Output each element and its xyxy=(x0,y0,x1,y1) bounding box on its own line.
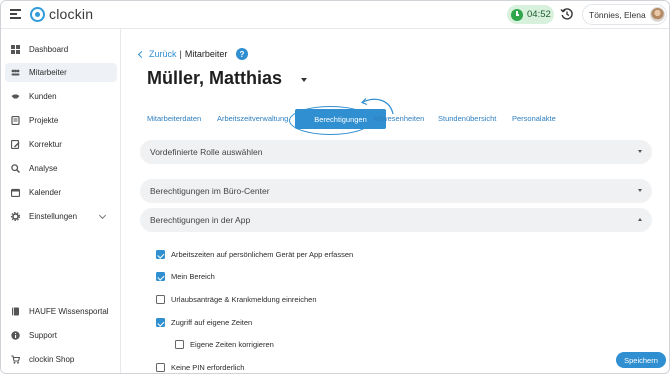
app-logo[interactable]: clockin xyxy=(30,6,93,22)
accordion-label: Berechtigungen in der App xyxy=(150,215,251,225)
time-tracking-timer[interactable]: 04:52 xyxy=(507,5,554,24)
permission-label: Keine PIN erforderlich xyxy=(171,363,245,372)
sidebar-item-kalender[interactable]: Kalender xyxy=(5,183,117,202)
caret-down-icon[interactable] xyxy=(301,78,307,82)
sidebar-item-mitarbeiter[interactable]: Mitarbeiter xyxy=(5,63,117,82)
app-name: clockin xyxy=(49,6,94,22)
timer-value: 04:52 xyxy=(527,9,551,20)
sidebar-item-label: Kalender xyxy=(29,188,62,197)
sidebar: Dashboard Mitarbeiter Kunden Projekte Ko… xyxy=(1,29,121,373)
tab-personalakte[interactable]: Personalakte xyxy=(512,114,556,123)
save-button[interactable]: Speichern xyxy=(616,352,666,368)
caret-down-icon xyxy=(638,189,642,192)
permission-label: Mein Bereich xyxy=(171,272,215,281)
checkbox[interactable] xyxy=(175,340,184,349)
permission-row[interactable]: Arbeitszeiten auf persönlichem Gerät per… xyxy=(156,250,353,259)
dashboard-icon xyxy=(11,45,20,54)
edit-icon xyxy=(11,140,20,149)
handshake-icon xyxy=(11,94,20,99)
sidebar-item-label: Einstellungen xyxy=(29,212,78,221)
sidebar-item-label: Analyse xyxy=(29,164,58,173)
breadcrumb-separator: | xyxy=(179,49,182,59)
sidebar-item-label: Dashboard xyxy=(29,45,69,54)
permission-label: Urlaubsanträge & Krankmeldung einreichen xyxy=(171,295,317,304)
sidebar-item-projekte[interactable]: Projekte xyxy=(5,111,117,130)
chevron-down-icon xyxy=(98,211,107,220)
book-icon xyxy=(12,307,19,316)
clockin-logo-icon xyxy=(30,6,45,22)
sidebar-item-label: Support xyxy=(29,331,58,340)
app-window: clockin 04:52 Tönnies, Elena Dashboard M… xyxy=(0,0,670,374)
back-link[interactable]: Zurück xyxy=(149,49,177,59)
tab-mitarbeiterdaten[interactable]: Mitarbeiterdaten xyxy=(147,114,201,123)
permission-row[interactable]: Mein Bereich xyxy=(156,272,215,281)
help-icon[interactable]: ? xyxy=(236,48,248,60)
sidebar-item-einstellungen[interactable]: Einstellungen xyxy=(5,207,117,226)
sidebar-item-label: HAUFE Wissensportal xyxy=(29,307,109,316)
tab-arbeitszeitverwaltung[interactable]: Arbeitszeitverwaltung xyxy=(217,114,288,123)
user-name: Tönnies, Elena xyxy=(589,9,646,20)
sidebar-item-analyse[interactable]: Analyse xyxy=(5,159,117,178)
projects-icon xyxy=(11,116,20,125)
top-bar: clockin 04:52 Tönnies, Elena xyxy=(1,1,669,29)
checkbox[interactable] xyxy=(156,318,165,327)
main-content: Zurück | Mitarbeiter ? Müller, Matthias … xyxy=(122,29,669,373)
checkbox[interactable] xyxy=(156,272,165,281)
page-title: Müller, Matthias xyxy=(147,68,283,88)
accordion-office-permissions[interactable]: Berechtigungen im Büro-Center xyxy=(140,179,652,203)
menu-collapse-icon[interactable] xyxy=(10,9,21,20)
info-icon xyxy=(11,331,20,340)
sidebar-item-shop[interactable]: clockin Shop xyxy=(5,350,117,369)
breadcrumb-current: Mitarbeiter xyxy=(184,49,228,59)
avatar xyxy=(649,7,665,22)
permission-label: Eigene Zeiten korrigieren xyxy=(190,340,274,349)
caret-down-icon xyxy=(638,150,642,153)
clock-icon xyxy=(511,8,523,21)
gear-icon xyxy=(11,212,20,221)
sidebar-item-label: Projekte xyxy=(29,116,59,125)
checkbox[interactable] xyxy=(156,363,165,372)
sidebar-item-dashboard[interactable]: Dashboard xyxy=(5,40,117,59)
permission-row[interactable]: Zugriff auf eigene Zeiten xyxy=(156,318,252,327)
sidebar-item-support[interactable]: Support xyxy=(5,326,117,345)
role-select-label: Vordefinierte Rolle auswählen xyxy=(150,147,263,157)
checkbox[interactable] xyxy=(156,250,165,259)
history-icon[interactable] xyxy=(560,7,574,21)
sidebar-item-label: Kunden xyxy=(29,92,57,101)
sidebar-item-wissensportal[interactable]: HAUFE Wissensportal xyxy=(5,302,117,321)
permission-row[interactable]: Keine PIN erforderlich xyxy=(156,363,244,372)
sidebar-item-kunden[interactable]: Kunden xyxy=(5,87,117,106)
permission-row[interactable]: Eigene Zeiten korrigieren xyxy=(175,340,274,349)
permission-row[interactable]: Urlaubsanträge & Krankmeldung einreichen xyxy=(156,295,317,304)
accordion-app-permissions[interactable]: Berechtigungen in der App xyxy=(140,208,652,232)
user-menu[interactable]: Tönnies, Elena xyxy=(582,4,667,25)
analysis-icon xyxy=(11,164,20,173)
role-select[interactable]: Vordefinierte Rolle auswählen xyxy=(140,140,652,164)
tab-stundenuebersicht[interactable]: Stundenübersicht xyxy=(438,114,496,123)
cart-icon xyxy=(11,355,20,364)
sidebar-item-label: clockin Shop xyxy=(29,355,75,364)
chevron-left-icon[interactable] xyxy=(137,50,146,58)
sidebar-item-label: Mitarbeiter xyxy=(29,68,67,77)
permission-label: Arbeitszeiten auf persönlichem Gerät per… xyxy=(171,250,354,259)
sidebar-item-korrektur[interactable]: Korrektur xyxy=(5,135,117,154)
permission-label: Zugriff auf eigene Zeiten xyxy=(171,318,253,327)
users-icon xyxy=(11,69,20,76)
caret-up-icon xyxy=(638,218,642,221)
sidebar-item-label: Korrektur xyxy=(29,140,62,149)
accordion-label: Berechtigungen im Büro-Center xyxy=(150,186,270,196)
checkbox[interactable] xyxy=(156,295,165,304)
tab-abwesenheiten[interactable]: Abwesenheiten xyxy=(373,114,424,123)
breadcrumb: Zurück | Mitarbeiter xyxy=(137,49,228,59)
calendar-icon xyxy=(11,188,20,197)
